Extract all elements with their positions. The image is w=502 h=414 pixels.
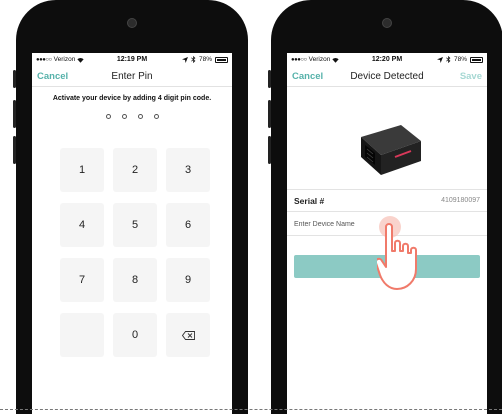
serial-label: Serial # [294, 195, 325, 206]
pin-indicator [32, 114, 232, 119]
enter-pin-screen: ●●●○○ Verizon 12:19 PM 78% Cancel Enter … [32, 53, 232, 414]
key-2[interactable]: 2 [113, 148, 157, 192]
battery-icon [470, 56, 483, 63]
location-arrow-icon [181, 56, 188, 63]
obd-device-icon [361, 125, 421, 175]
key-4[interactable]: 4 [60, 203, 104, 247]
key-0[interactable]: 0 [113, 313, 157, 357]
phone-frame-left: ●●●○○ Verizon 12:19 PM 78% Cancel Enter … [13, 0, 248, 414]
nav-bar: Cancel Enter Pin [32, 66, 232, 87]
tap-hand-icon [377, 216, 417, 290]
key-6[interactable]: 6 [166, 203, 210, 247]
divider-dashed [0, 409, 502, 410]
pin-dot [121, 114, 127, 119]
key-8[interactable]: 8 [113, 258, 157, 302]
battery-percent: 78% [198, 56, 212, 63]
volume-up-button [13, 100, 16, 128]
pin-keypad: 1 2 3 4 5 6 7 8 9 0 [60, 148, 210, 357]
save-nav-button[interactable]: Save [460, 71, 482, 82]
mute-switch [268, 70, 271, 88]
key-blank [60, 313, 104, 357]
serial-row: Serial # 4109180097 [287, 189, 487, 212]
cancel-button[interactable]: Cancel [37, 71, 68, 82]
status-bar: ●●●○○ Verizon 12:20 PM 78% [287, 53, 487, 66]
volume-up-button [268, 100, 271, 128]
battery-percent: 78% [453, 56, 467, 63]
volume-down-button [13, 136, 16, 164]
key-3[interactable]: 3 [166, 148, 210, 192]
pin-dot [137, 114, 143, 119]
backspace-key[interactable] [166, 313, 210, 357]
nav-bar: Cancel Device Detected Save [287, 66, 487, 87]
bluetooth-icon [446, 56, 451, 63]
serial-value: 4109180097 [441, 197, 480, 204]
bluetooth-icon [191, 56, 196, 63]
front-camera [382, 18, 392, 28]
cancel-button[interactable]: Cancel [292, 71, 323, 82]
pin-dot [105, 114, 111, 119]
volume-down-button [268, 136, 271, 164]
key-7[interactable]: 7 [60, 258, 104, 302]
key-1[interactable]: 1 [60, 148, 104, 192]
backspace-icon [181, 330, 195, 340]
key-9[interactable]: 9 [166, 258, 210, 302]
status-bar: ●●●○○ Verizon 12:19 PM 78% [32, 53, 232, 66]
pin-instruction: Activate your device by adding 4 digit p… [52, 95, 212, 102]
device-detected-screen: ●●●○○ Verizon 12:20 PM 78% Cancel Device… [287, 53, 487, 414]
pin-dot [153, 114, 159, 119]
location-arrow-icon [436, 56, 443, 63]
phone-frame-right: ●●●○○ Verizon 12:20 PM 78% Cancel Device… [268, 0, 502, 414]
key-5[interactable]: 5 [113, 203, 157, 247]
front-camera [127, 18, 137, 28]
battery-icon [215, 56, 228, 63]
mute-switch [13, 70, 16, 88]
